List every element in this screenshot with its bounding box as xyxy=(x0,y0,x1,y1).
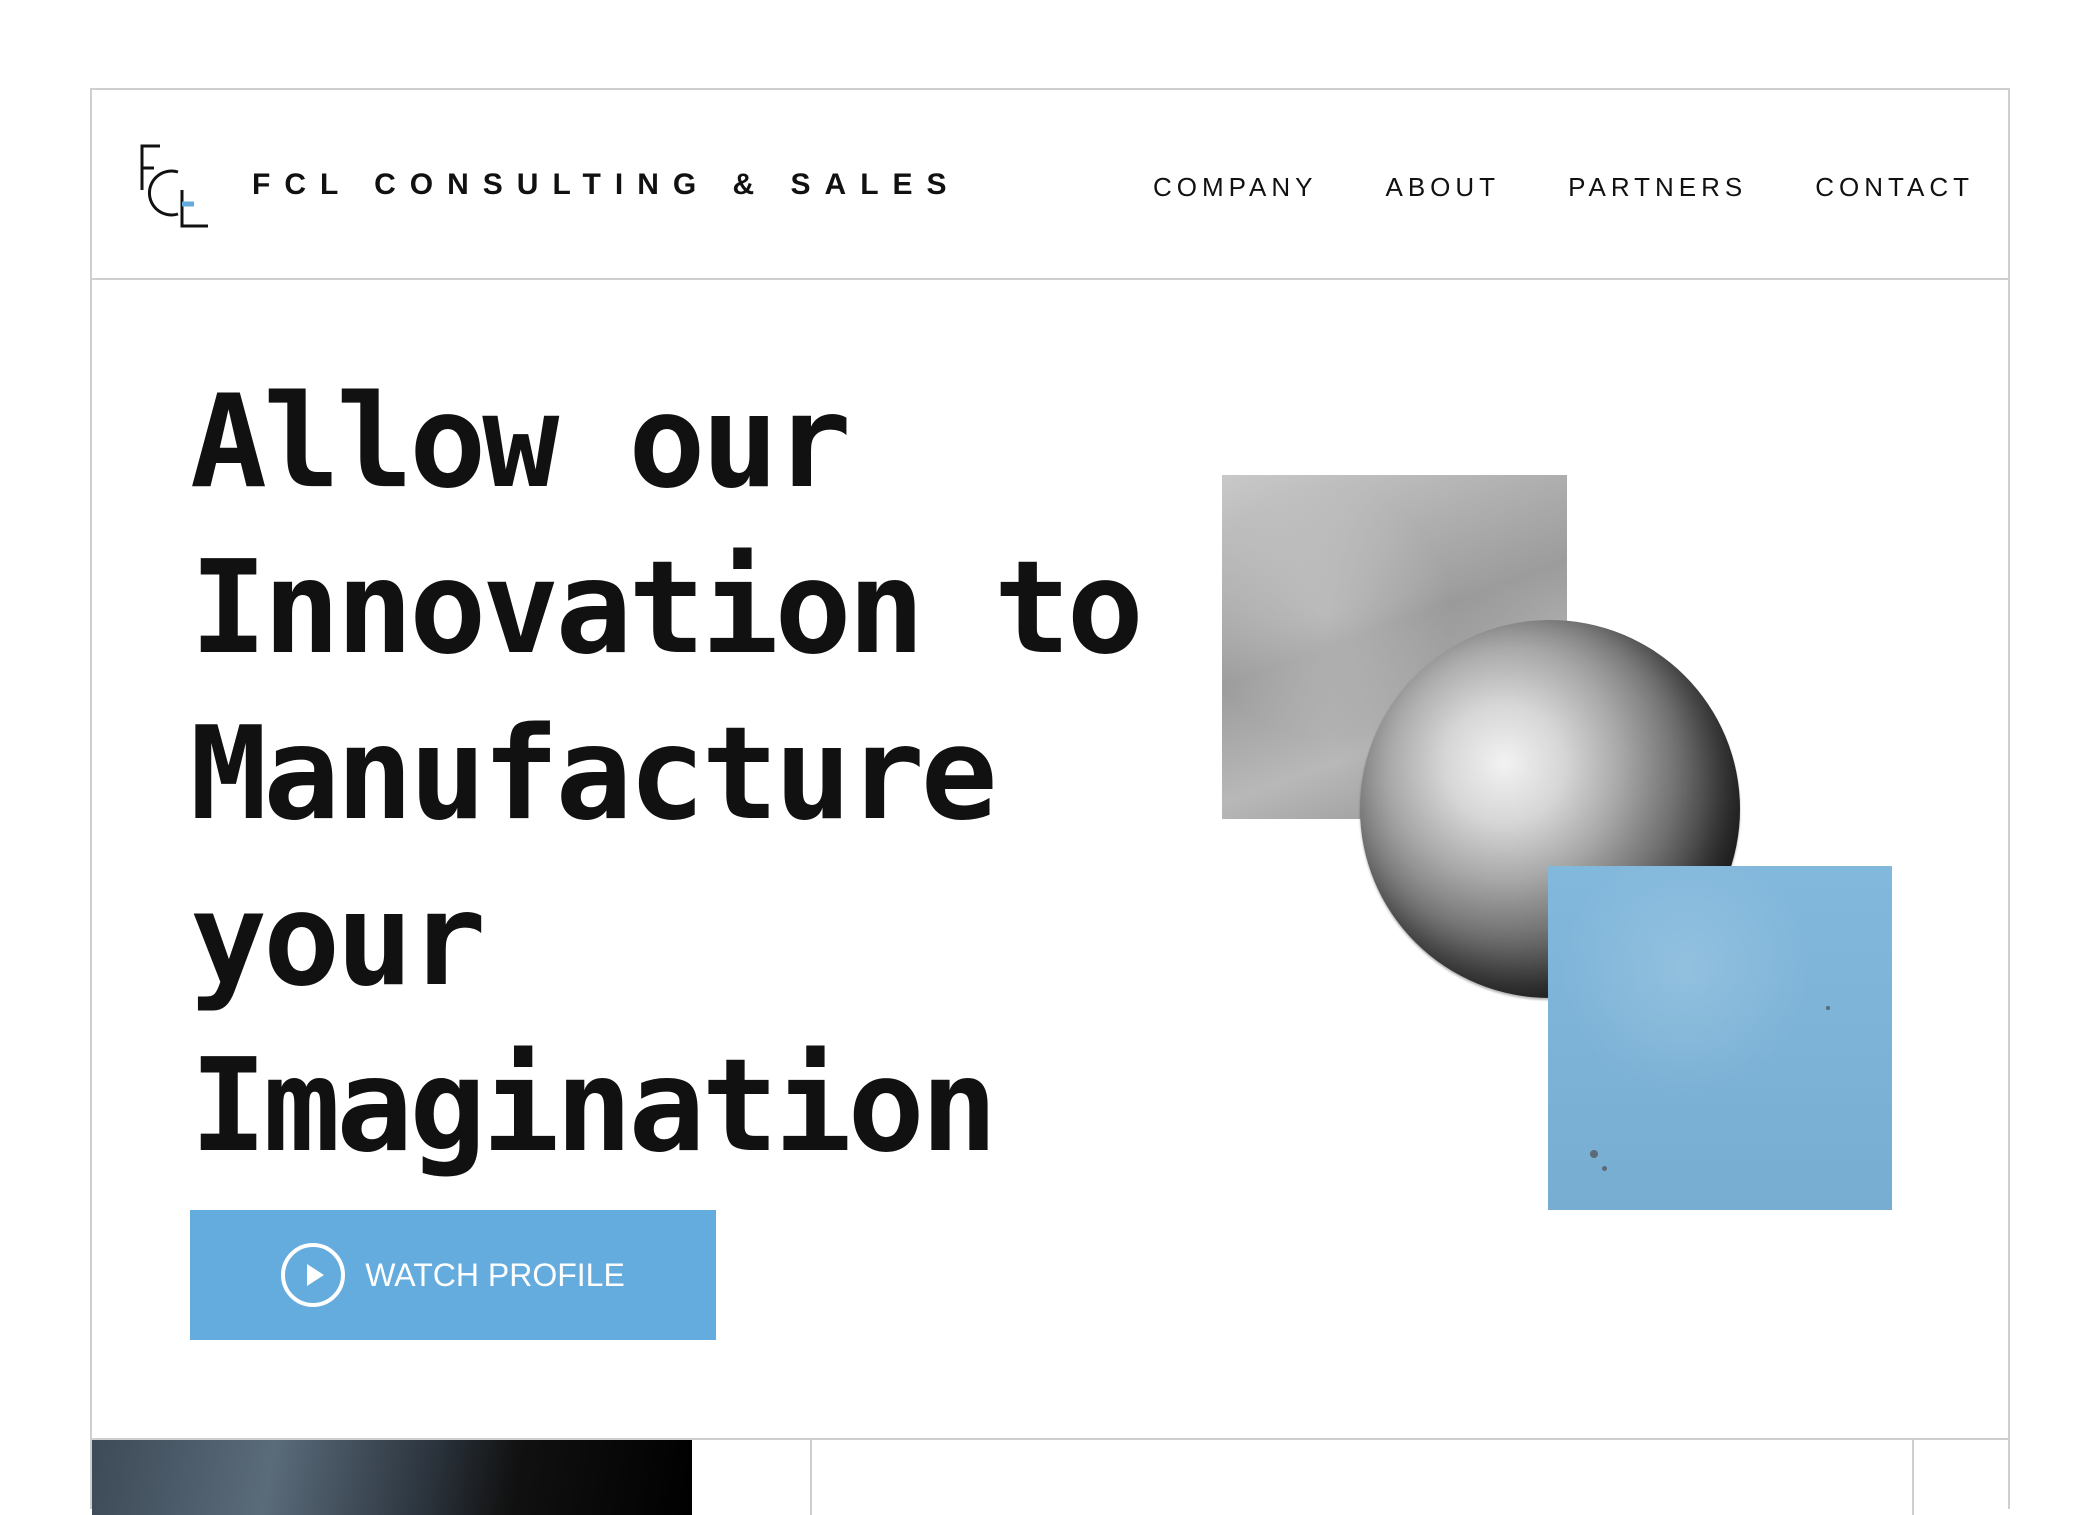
hero-title-line: your xyxy=(190,866,486,1015)
fcl-logo-icon[interactable] xyxy=(138,142,210,230)
hero-title: Allow our Innovation to Manufacture your… xyxy=(190,360,1230,1190)
hero-title-line: Manufacture xyxy=(190,700,998,849)
site-header: FCL CONSULTING & SALES COMPANY ABOUT PAR… xyxy=(92,90,2008,280)
nav-item-about[interactable]: ABOUT xyxy=(1386,172,1501,203)
texture-spot xyxy=(1602,1166,1607,1171)
nav-item-partners[interactable]: PARTNERS xyxy=(1568,172,1747,203)
hero-title-line: Allow our xyxy=(190,368,852,517)
column-divider xyxy=(1912,1440,1914,1515)
play-circle-icon xyxy=(281,1243,346,1307)
texture-spot xyxy=(1590,1150,1598,1158)
hero-title-line: Imagination xyxy=(190,1032,998,1181)
nav-item-contact[interactable]: CONTACT xyxy=(1815,172,1974,203)
blue-texture-tile xyxy=(1548,866,1892,1210)
watch-profile-button[interactable]: WATCH PROFILE xyxy=(190,1210,716,1340)
column-divider xyxy=(810,1440,812,1515)
main-nav: COMPANY ABOUT PARTNERS CONTACT xyxy=(1153,172,1974,203)
hero-title-line: Innovation to xyxy=(190,534,1144,683)
page-frame: FCL CONSULTING & SALES COMPANY ABOUT PAR… xyxy=(90,88,2010,1515)
texture-spot xyxy=(1826,1006,1830,1010)
next-section-preview xyxy=(92,1438,2008,1515)
brand-name[interactable]: FCL CONSULTING & SALES xyxy=(252,168,961,202)
nav-item-company[interactable]: COMPANY xyxy=(1153,172,1318,203)
section-preview-image xyxy=(92,1440,692,1515)
watch-profile-label: WATCH PROFILE xyxy=(365,1256,625,1293)
